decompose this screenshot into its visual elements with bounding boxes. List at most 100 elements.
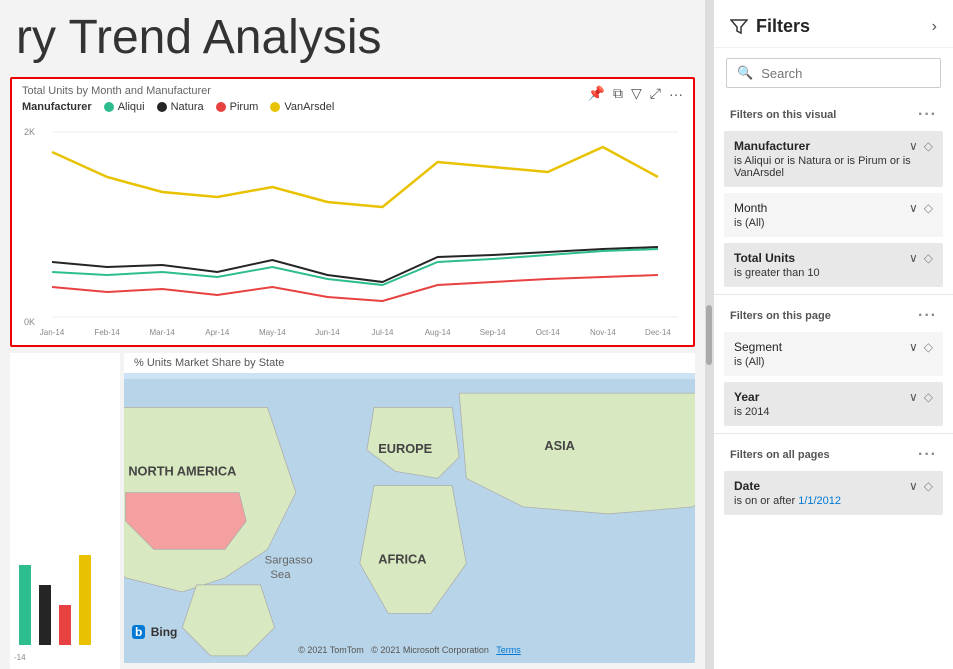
filter-manufacturer-value: is Aliqui or is Natura or is Pirum or is… — [734, 155, 933, 179]
svg-text:Jul-14: Jul-14 — [372, 328, 394, 337]
more-icon[interactable]: ··· — [669, 86, 683, 102]
filter-card-month: Month ∨ ◇ is (All) — [724, 193, 943, 237]
filters-panel: Filters › 🔍 Filters on this visual ··· M… — [713, 0, 953, 669]
total-units-chevron[interactable]: ∨ — [909, 251, 918, 265]
main-area: ry Trend Analysis 📌 ⧉ ▽ ⤢ ··· Total Unit… — [0, 0, 705, 669]
svg-text:Sep-14: Sep-14 — [480, 328, 506, 337]
filter-month-value: is (All) — [734, 217, 933, 229]
svg-text:ASIA: ASIA — [544, 438, 575, 453]
page-filters-label: Filters on this page — [730, 310, 831, 322]
page-title: ry Trend Analysis — [0, 0, 705, 71]
filter-card-segment-header: Segment ∨ ◇ — [734, 340, 933, 354]
bing-text: Bing — [151, 625, 178, 639]
filter-segment-value: is (All) — [734, 356, 933, 368]
total-units-clear[interactable]: ◇ — [924, 251, 933, 265]
all-pages-filters-label: Filters on all pages — [730, 449, 830, 461]
page-filters-dots[interactable]: ··· — [918, 307, 937, 325]
svg-text:Dec-14: Dec-14 — [645, 328, 671, 337]
legend-aliqui-label: Aliqui — [118, 101, 145, 113]
line-chart-svg: 2K 0K Jan-14 Feb-14 Mar-14 Apr-14 May-14… — [22, 117, 683, 337]
filter-year-name: Year — [734, 390, 759, 404]
map-body: NORTH AMERICA EUROPE ASIA AFRICA Sargass… — [124, 379, 695, 663]
natura-dot — [157, 102, 167, 112]
bottom-section: -14 % Units Market Share by State — [0, 353, 705, 669]
copy-icon[interactable]: ⧉ — [613, 85, 623, 102]
filters-title-group: Filters — [730, 16, 810, 37]
aliqui-dot — [104, 102, 114, 112]
search-box[interactable]: 🔍 — [726, 58, 941, 88]
filter-month-name: Month — [734, 201, 767, 215]
month-clear[interactable]: ◇ — [924, 201, 933, 215]
filter-total-units-name: Total Units — [734, 251, 795, 265]
pin-icon[interactable]: 📌 — [588, 85, 605, 102]
filter-card-year-header: Year ∨ ◇ — [734, 390, 933, 404]
svg-text:Mar-14: Mar-14 — [150, 328, 176, 337]
manufacturer-chevron[interactable]: ∨ — [909, 139, 918, 153]
svg-text:Oct-14: Oct-14 — [536, 328, 561, 337]
svg-text:2K: 2K — [24, 127, 35, 137]
svg-text:0K: 0K — [24, 317, 35, 327]
terms-link[interactable]: Terms — [496, 645, 521, 655]
chart-legend: Manufacturer Aliqui Natura Pirum VanArsd… — [22, 101, 683, 113]
filter-manufacturer-actions: ∨ ◇ — [909, 139, 933, 153]
map-copyright: © 2021 TomTom © 2021 Microsoft Corporati… — [124, 645, 695, 655]
date-clear[interactable]: ◇ — [924, 479, 933, 493]
filter-card-month-header: Month ∨ ◇ — [734, 201, 933, 215]
filters-header: Filters › — [714, 0, 953, 48]
svg-text:NORTH AMERICA: NORTH AMERICA — [128, 464, 236, 479]
svg-text:Sargasso: Sargasso — [265, 555, 313, 567]
filters-close-arrow[interactable]: › — [932, 18, 937, 36]
visual-filters-label: Filters on this visual — [730, 109, 836, 121]
legend-vanarsdel-label: VanArsdel — [284, 101, 334, 113]
mini-bar-chart: -14 — [10, 353, 120, 669]
filter-segment-name: Segment — [734, 340, 782, 354]
filter-card-manufacturer: Manufacturer ∨ ◇ is Aliqui or is Natura … — [724, 131, 943, 187]
filters-panel-title: Filters — [756, 16, 810, 37]
visual-filters-dots[interactable]: ··· — [918, 106, 937, 124]
segment-clear[interactable]: ◇ — [924, 340, 933, 354]
date-chevron[interactable]: ∨ — [909, 479, 918, 493]
bing-b: b — [132, 625, 145, 639]
svg-text:May-14: May-14 — [259, 328, 286, 337]
month-chevron[interactable]: ∨ — [909, 201, 918, 215]
expand-icon[interactable]: ⤢ — [650, 85, 661, 102]
filter-card-date-header: Date ∨ ◇ — [734, 479, 933, 493]
vanarsdel-dot — [270, 102, 280, 112]
svg-text:Apr-14: Apr-14 — [205, 328, 230, 337]
svg-text:-14: -14 — [14, 653, 26, 662]
map-title: % Units Market Share by State — [124, 353, 695, 373]
filter-icon[interactable]: ▽ — [631, 85, 642, 102]
chart-subtitle: Total Units by Month and Manufacturer — [22, 85, 683, 97]
legend-label: Manufacturer — [22, 101, 92, 113]
filter-date-name: Date — [734, 479, 760, 493]
divider-2 — [714, 433, 953, 434]
legend-item-aliqui: Aliqui — [104, 101, 145, 113]
svg-text:AFRICA: AFRICA — [378, 552, 426, 567]
legend-item-vanarsdel: VanArsdel — [270, 101, 334, 113]
svg-text:Nov-14: Nov-14 — [590, 328, 616, 337]
filter-card-total-units: Total Units ∨ ◇ is greater than 10 — [724, 243, 943, 287]
manufacturer-clear[interactable]: ◇ — [924, 139, 933, 153]
filter-manufacturer-name: Manufacturer — [734, 139, 810, 153]
year-chevron[interactable]: ∨ — [909, 390, 918, 404]
search-input[interactable] — [761, 66, 930, 81]
svg-text:Jan-14: Jan-14 — [40, 328, 65, 337]
year-clear[interactable]: ◇ — [924, 390, 933, 404]
filter-month-actions: ∨ ◇ — [909, 201, 933, 215]
svg-text:Sea: Sea — [270, 569, 291, 581]
filter-card-segment: Segment ∨ ◇ is (All) — [724, 332, 943, 376]
visual-filters-header: Filters on this visual ··· — [714, 98, 953, 128]
legend-item-pirum: Pirum — [216, 101, 259, 113]
svg-text:EUROPE: EUROPE — [378, 441, 432, 456]
scrollbar[interactable] — [705, 0, 713, 669]
segment-chevron[interactable]: ∨ — [909, 340, 918, 354]
chart-container: 📌 ⧉ ▽ ⤢ ··· Total Units by Month and Man… — [10, 77, 695, 347]
all-pages-filters-header: Filters on all pages ··· — [714, 438, 953, 468]
filter-segment-actions: ∨ ◇ — [909, 340, 933, 354]
filter-card-manufacturer-header: Manufacturer ∨ ◇ — [734, 139, 933, 153]
scrollbar-handle[interactable] — [706, 305, 712, 365]
svg-text:Aug-14: Aug-14 — [425, 328, 451, 337]
filter-funnel-icon — [730, 18, 748, 36]
page-filters-header: Filters on this page ··· — [714, 299, 953, 329]
all-pages-filters-dots[interactable]: ··· — [918, 446, 937, 464]
